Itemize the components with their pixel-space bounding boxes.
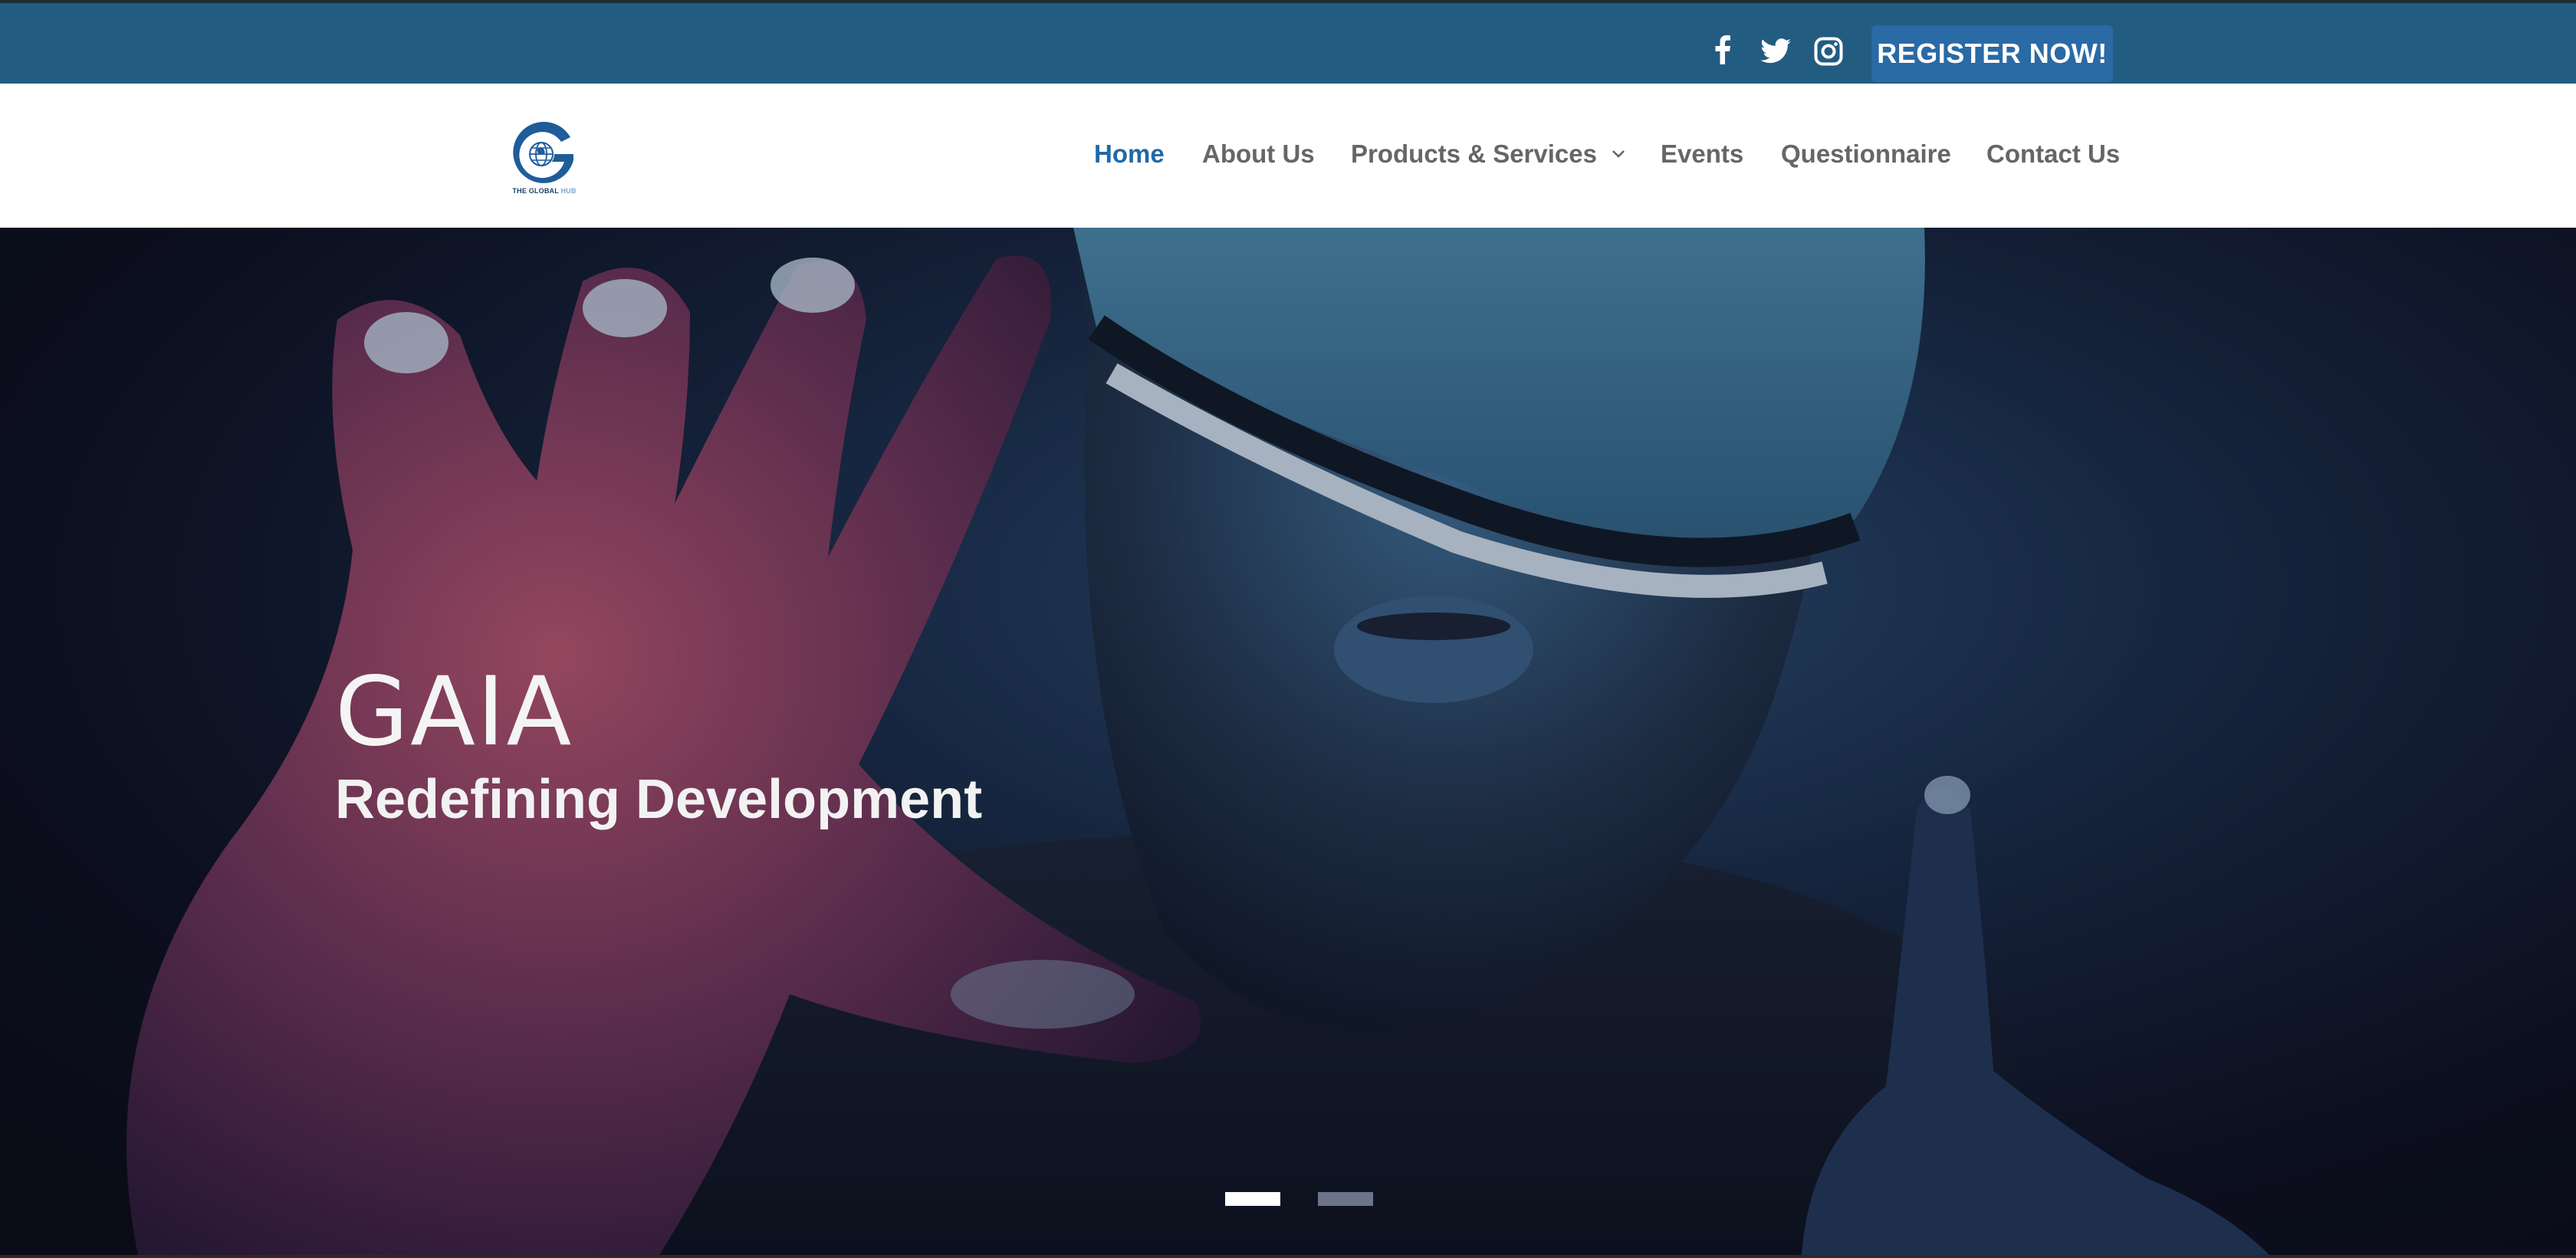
slide-dot-2[interactable] <box>1318 1192 1373 1206</box>
nav-products-services-label: Products & Services <box>1351 140 1597 168</box>
twitter-icon[interactable] <box>1760 38 1791 64</box>
nav-events[interactable]: Events <box>1661 140 1743 169</box>
facebook-icon[interactable] <box>1715 35 1730 64</box>
bottom-border <box>0 1255 2576 1258</box>
nav-home[interactable]: Home <box>1094 140 1165 169</box>
nav-about-us-label: About Us <box>1202 140 1315 168</box>
instagram-icon[interactable] <box>1814 37 1843 66</box>
nav-contact-us[interactable]: Contact Us <box>1986 140 2120 169</box>
hero-title: GAIA <box>335 657 573 767</box>
main-nav: Home About Us Products & Services Events… <box>0 140 2576 178</box>
chevron-down-icon <box>1612 150 1625 158</box>
nav-contact-us-label: Contact Us <box>1986 140 2121 168</box>
site-header: THE GLOBAL HUB Home About Us Products & … <box>0 84 2576 228</box>
page: REGISTER NOW! THE GLOBAL HUB Home About … <box>0 0 2576 1258</box>
top-bar: REGISTER NOW! <box>0 0 2576 84</box>
nav-products-services[interactable]: Products & Services <box>1351 140 1626 169</box>
nav-questionnaire-label: Questionnaire <box>1781 140 1951 168</box>
nav-questionnaire[interactable]: Questionnaire <box>1781 140 1951 169</box>
hero-subtitle: Redefining Development <box>335 769 983 830</box>
nav-about-us[interactable]: About Us <box>1202 140 1315 169</box>
nav-home-label: Home <box>1094 140 1165 168</box>
hero-slider: GAIA Redefining Development <box>0 228 2576 1255</box>
nav-events-label: Events <box>1661 140 1744 168</box>
slider-pagination <box>0 1192 2576 1207</box>
logo-wordmark: THE GLOBAL HUB <box>512 187 577 195</box>
register-now-button[interactable]: REGISTER NOW! <box>1871 25 2113 82</box>
slide-dot-1[interactable] <box>1225 1192 1280 1206</box>
